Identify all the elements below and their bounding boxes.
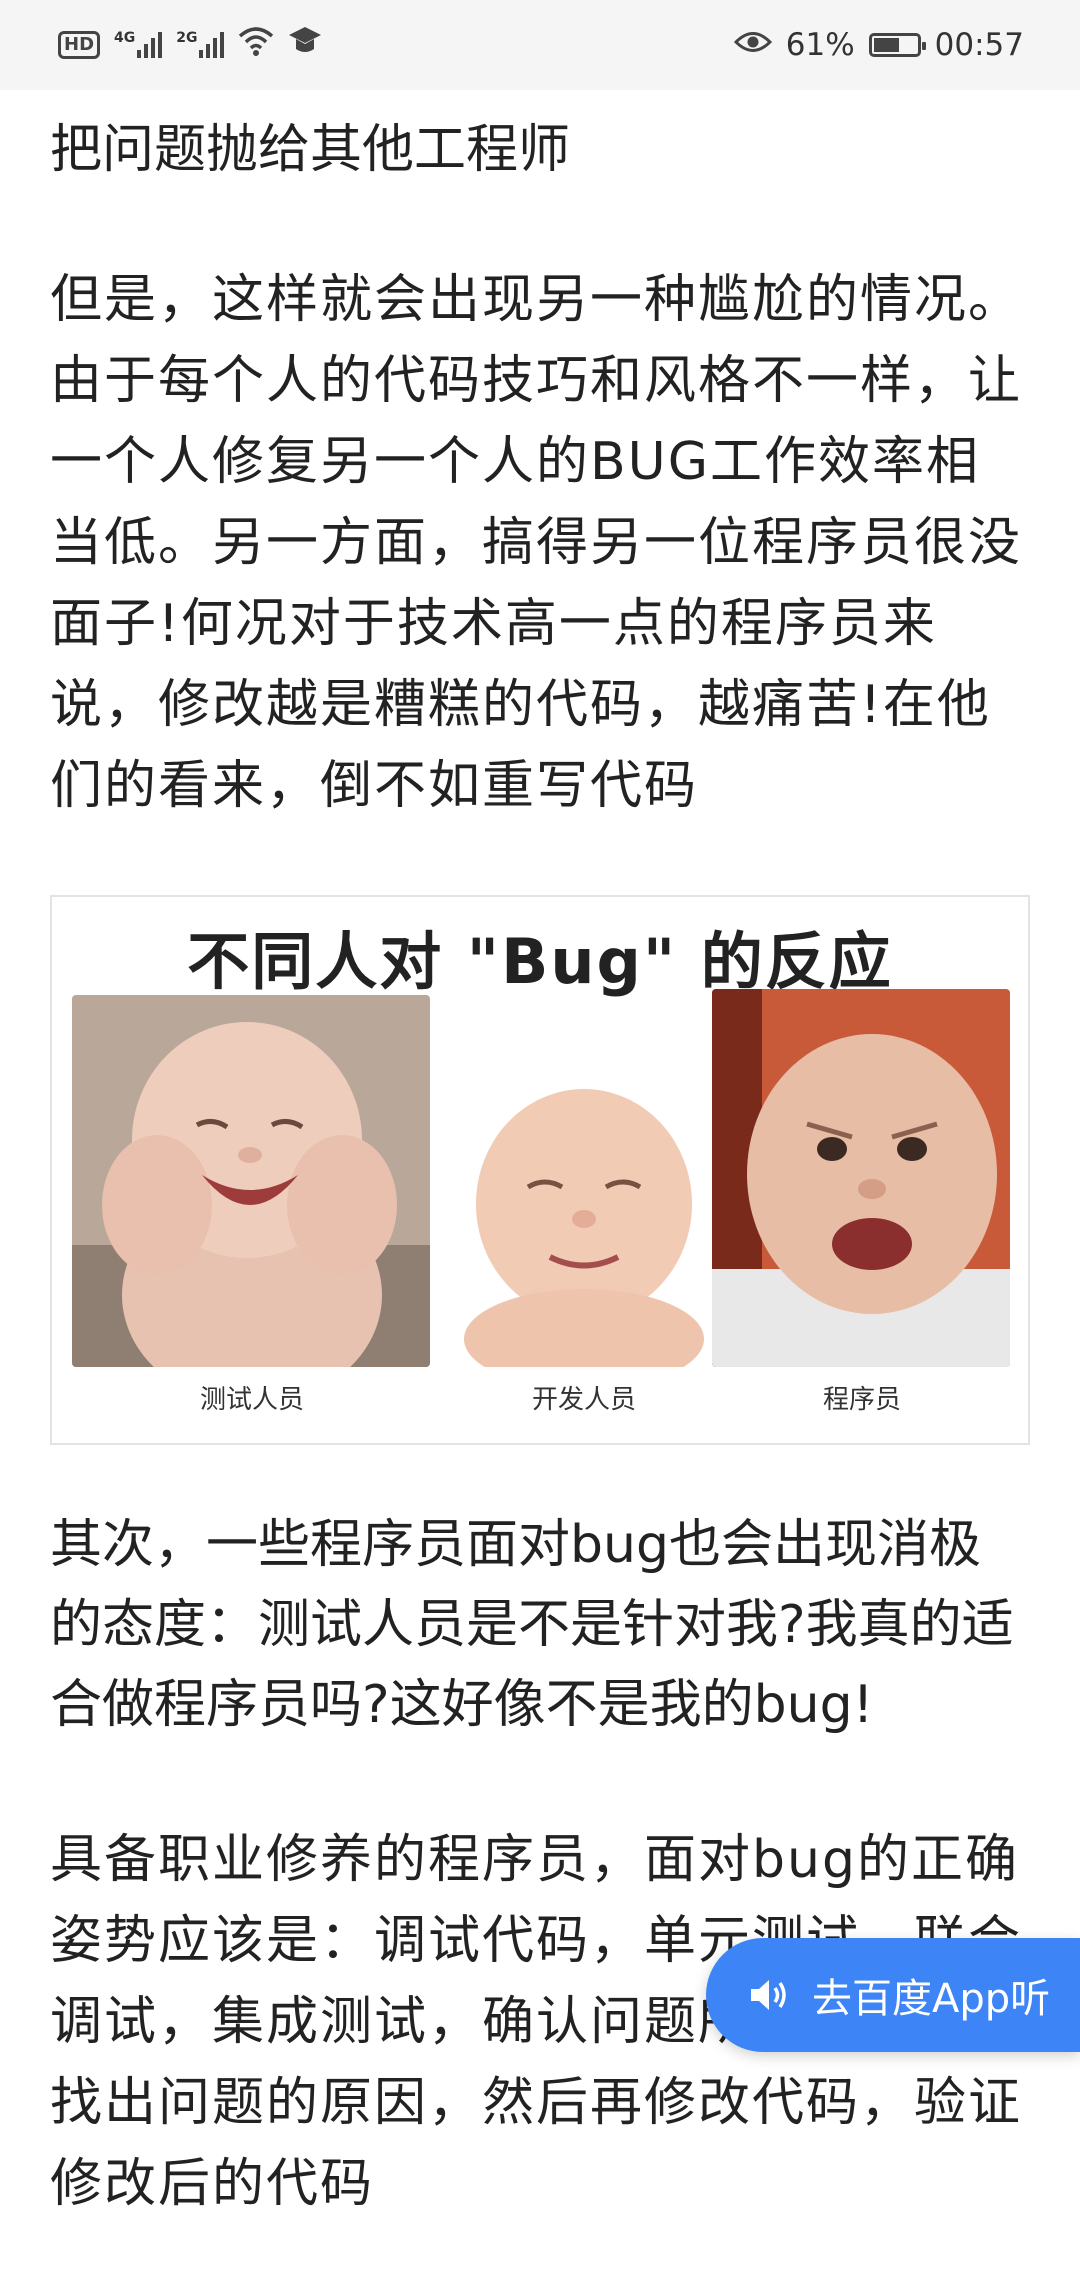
status-bar: HD 4G 2G 61% 00:57 xyxy=(0,0,1080,90)
speaker-icon xyxy=(748,1976,790,2014)
developer-baby-photo xyxy=(450,1069,718,1367)
eye-comfort-icon xyxy=(733,27,772,63)
bug-reaction-image[interactable]: 不同人对 "Bug" 的反应 测试人员 开发人员 程序员 xyxy=(50,895,1030,1445)
caption-developer: 开发人员 xyxy=(531,1385,636,1415)
paragraph-3: 其次，一些程序员面对bug也会出现消极的态度：测试人员是不是针对我?我真的适合做… xyxy=(50,1515,1014,1735)
caption-programmer: 程序员 xyxy=(822,1385,901,1415)
battery-icon xyxy=(868,33,926,57)
programmer-baby-photo xyxy=(712,989,1010,1367)
tester-baby-photo xyxy=(72,995,430,1367)
clock: 00:57 xyxy=(934,27,1024,63)
signal-2g-icon: 2G xyxy=(176,30,225,58)
image-title: 不同人对 "Bug" 的反应 xyxy=(187,925,893,998)
listen-button-label: 去百度App听 xyxy=(812,1976,1051,2022)
paragraph-2: 但是，这样就会出现另一种尴尬的情况。由于每个人的代码技巧和风格不一样，让一个人修… xyxy=(50,270,1023,816)
wifi-icon xyxy=(238,26,274,64)
graduation-cap-icon xyxy=(288,25,322,65)
signal-4g-icon: 4G xyxy=(114,30,163,58)
paragraph-1: 把问题抛给其他工程师 xyxy=(50,120,571,180)
hd-badge: HD xyxy=(58,31,101,59)
status-right: 61% 00:57 xyxy=(733,27,1024,63)
status-left: HD 4G 2G xyxy=(58,25,322,65)
listen-in-baidu-app-button[interactable]: 去百度App听 xyxy=(706,1938,1080,2052)
caption-tester: 测试人员 xyxy=(199,1385,304,1415)
battery-percent: 61% xyxy=(785,27,855,63)
